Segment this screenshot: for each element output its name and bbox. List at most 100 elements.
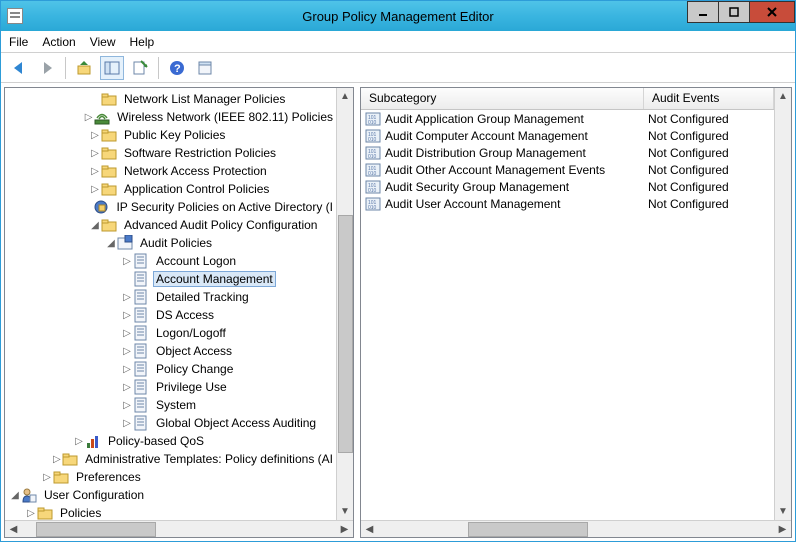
caret-collapsed-icon[interactable]: ▷ bbox=[121, 400, 133, 411]
tree-item[interactable]: ▷Logon/Logoff bbox=[5, 324, 336, 342]
list-row[interactable]: 101010Audit User Account ManagementNot C… bbox=[361, 195, 774, 212]
caret-collapsed-icon[interactable]: ▷ bbox=[83, 112, 94, 123]
ipsec-icon bbox=[93, 199, 109, 215]
up-button[interactable] bbox=[72, 56, 96, 80]
caret-collapsed-icon[interactable]: ▷ bbox=[121, 346, 133, 357]
caret-collapsed-icon[interactable]: ▷ bbox=[121, 364, 133, 375]
list-vertical-scrollbar[interactable]: ▲ ▼ bbox=[774, 88, 791, 520]
tree-item[interactable]: ▷DS Access bbox=[5, 306, 336, 324]
caret-collapsed-icon[interactable]: ▷ bbox=[51, 454, 62, 465]
tree-item[interactable]: IP Security Policies on Active Directory… bbox=[5, 198, 336, 216]
tree-item[interactable]: ▷Policies bbox=[5, 504, 336, 520]
tree-item[interactable]: ▷Detailed Tracking bbox=[5, 288, 336, 306]
list-row[interactable]: 101010Audit Computer Account ManagementN… bbox=[361, 127, 774, 144]
scroll-left-icon[interactable]: ◀ bbox=[361, 522, 378, 537]
tree-item[interactable]: ▷Global Object Access Auditing bbox=[5, 414, 336, 432]
toolbar: ? bbox=[1, 53, 795, 83]
menu-action[interactable]: Action bbox=[42, 35, 75, 49]
help-button[interactable]: ? bbox=[165, 56, 189, 80]
caret-expanded-icon[interactable]: ◢ bbox=[89, 220, 101, 231]
menu-view[interactable]: View bbox=[90, 35, 116, 49]
list-horizontal-scrollbar[interactable]: ◀ ▶ bbox=[361, 520, 791, 537]
tree-vertical-scrollbar[interactable]: ▲ ▼ bbox=[336, 88, 353, 520]
list-audit-events: Not Configured bbox=[644, 163, 774, 177]
policy-tree[interactable]: Network List Manager Policies▷Wireless N… bbox=[5, 88, 336, 520]
tree-item[interactable]: ▷Administrative Templates: Policy defini… bbox=[5, 450, 336, 468]
policy-icon bbox=[133, 307, 149, 323]
list-row[interactable]: 101010Audit Security Group ManagementNot… bbox=[361, 178, 774, 195]
tree-item[interactable]: ◢ User Configuration bbox=[5, 486, 336, 504]
caret-collapsed-icon[interactable]: ▷ bbox=[89, 148, 101, 159]
scroll-up-icon[interactable]: ▲ bbox=[776, 88, 791, 105]
list-row[interactable]: 101010Audit Other Account Management Eve… bbox=[361, 161, 774, 178]
properties-button[interactable] bbox=[193, 56, 217, 80]
caret-collapsed-icon[interactable]: ▷ bbox=[121, 328, 133, 339]
folder-icon bbox=[62, 451, 78, 467]
menu-file[interactable]: File bbox=[9, 35, 28, 49]
tree-item[interactable]: ▷Privilege Use bbox=[5, 378, 336, 396]
policy-icon bbox=[133, 271, 149, 287]
tree-item[interactable]: ▷Wireless Network (IEEE 802.11) Policies bbox=[5, 108, 336, 126]
tree-item[interactable]: ▷Preferences bbox=[5, 468, 336, 486]
tree-horizontal-scrollbar[interactable]: ◀ ▶ bbox=[5, 520, 353, 537]
window-title: Group Policy Management Editor bbox=[1, 9, 795, 24]
caret-collapsed-icon[interactable]: ▷ bbox=[121, 418, 133, 429]
caret-expanded-icon[interactable]: ◢ bbox=[105, 238, 117, 249]
caret-collapsed-icon[interactable]: ▷ bbox=[25, 508, 37, 519]
tree-item[interactable]: ▷Policy-based QoS bbox=[5, 432, 336, 450]
column-subcategory[interactable]: Subcategory bbox=[361, 88, 644, 109]
caret-collapsed-icon[interactable]: ▷ bbox=[73, 436, 85, 447]
list-subcategory: Audit User Account Management bbox=[385, 197, 560, 211]
scroll-right-icon[interactable]: ▶ bbox=[774, 522, 791, 537]
tree-item[interactable]: ▷Object Access bbox=[5, 342, 336, 360]
caret-collapsed-icon[interactable]: ▷ bbox=[121, 310, 133, 321]
scroll-thumb[interactable] bbox=[36, 522, 156, 537]
close-button[interactable] bbox=[749, 1, 795, 23]
show-hide-tree-button[interactable] bbox=[100, 56, 124, 80]
caret-collapsed-icon[interactable]: ▷ bbox=[89, 166, 101, 177]
caret-expanded-icon[interactable]: ◢ bbox=[9, 490, 21, 501]
tree-item-label: IP Security Policies on Active Directory… bbox=[113, 199, 336, 215]
export-list-button[interactable] bbox=[128, 56, 152, 80]
list-header: Subcategory Audit Events bbox=[361, 88, 774, 110]
scroll-down-icon[interactable]: ▼ bbox=[338, 503, 353, 520]
scroll-left-icon[interactable]: ◀ bbox=[5, 522, 22, 537]
svg-text:010: 010 bbox=[368, 154, 377, 160]
caret-collapsed-icon[interactable]: ▷ bbox=[41, 472, 53, 483]
scroll-right-icon[interactable]: ▶ bbox=[336, 522, 353, 537]
scroll-thumb[interactable] bbox=[338, 215, 353, 453]
menu-help[interactable]: Help bbox=[130, 35, 155, 49]
caret-collapsed-icon[interactable]: ▷ bbox=[121, 382, 133, 393]
column-audit-events[interactable]: Audit Events bbox=[644, 88, 774, 109]
tree-item[interactable]: ◢Audit Policies bbox=[5, 234, 336, 252]
caret-collapsed-icon[interactable]: ▷ bbox=[121, 256, 133, 267]
back-button[interactable] bbox=[7, 56, 31, 80]
tree-item-label: User Configuration bbox=[41, 487, 147, 503]
tree-item[interactable]: ◢Advanced Audit Policy Configuration bbox=[5, 216, 336, 234]
scroll-up-icon[interactable]: ▲ bbox=[338, 88, 353, 105]
tree-item[interactable]: ▷Application Control Policies bbox=[5, 180, 336, 198]
tree-item[interactable]: Network List Manager Policies bbox=[5, 90, 336, 108]
audit-list[interactable]: 101010Audit Application Group Management… bbox=[361, 110, 774, 212]
tree-item[interactable]: ▷Software Restriction Policies bbox=[5, 144, 336, 162]
list-audit-events: Not Configured bbox=[644, 129, 774, 143]
forward-button[interactable] bbox=[35, 56, 59, 80]
list-row[interactable]: 101010Audit Application Group Management… bbox=[361, 110, 774, 127]
list-row[interactable]: 101010Audit Distribution Group Managemen… bbox=[361, 144, 774, 161]
caret-collapsed-icon[interactable]: ▷ bbox=[121, 292, 133, 303]
tree-item[interactable]: ▷Account Logon bbox=[5, 252, 336, 270]
tree-item[interactable]: ▷Public Key Policies bbox=[5, 126, 336, 144]
folder-icon bbox=[37, 505, 53, 520]
caret-collapsed-icon[interactable]: ▷ bbox=[89, 184, 101, 195]
scroll-thumb[interactable] bbox=[468, 522, 588, 537]
list-subcategory: Audit Computer Account Management bbox=[385, 129, 588, 143]
caret-collapsed-icon[interactable]: ▷ bbox=[89, 130, 101, 141]
tree-item[interactable]: ▷Policy Change bbox=[5, 360, 336, 378]
tree-item[interactable]: ▷System bbox=[5, 396, 336, 414]
list-subcategory: Audit Security Group Management bbox=[385, 180, 569, 194]
maximize-button[interactable] bbox=[718, 1, 750, 23]
scroll-down-icon[interactable]: ▼ bbox=[776, 503, 791, 520]
tree-item[interactable]: ▷Network Access Protection bbox=[5, 162, 336, 180]
minimize-button[interactable] bbox=[687, 1, 719, 23]
tree-item[interactable]: Account Management bbox=[5, 270, 336, 288]
